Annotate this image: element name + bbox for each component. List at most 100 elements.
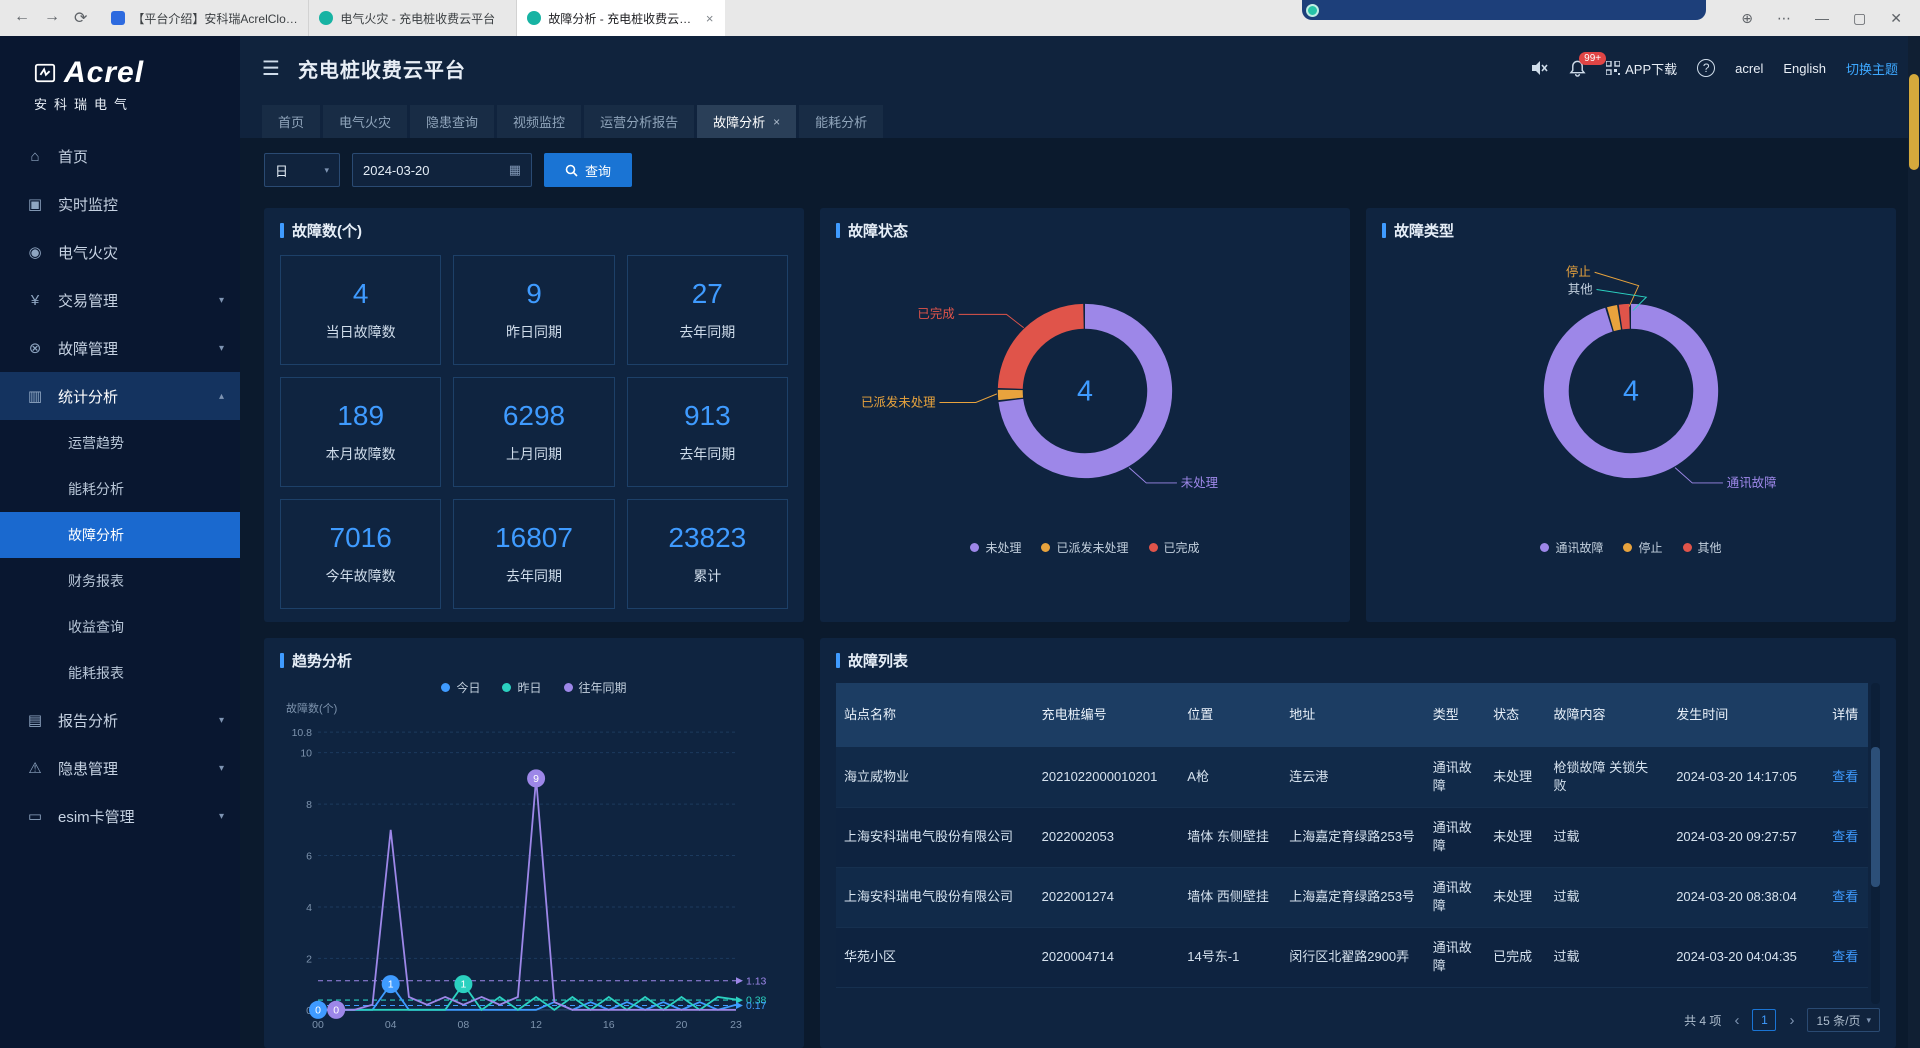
- sidebar-item-statistics[interactable]: ▥ 统计分析 ▴: [0, 372, 240, 420]
- filter-bar: 日 ▾ 2024-03-20 ▦ 查询: [240, 138, 1920, 202]
- legend-item[interactable]: 今日: [441, 679, 480, 696]
- period-select[interactable]: 日 ▾: [264, 153, 340, 187]
- tab-favicon: [319, 11, 333, 25]
- svg-text:08: 08: [458, 1019, 470, 1031]
- sidebar-item-home[interactable]: ⌂ 首页: [0, 132, 240, 180]
- browser-tab-electrical-fire[interactable]: 电气火灾 - 充电桩收费云平台: [309, 0, 517, 36]
- tab-fault-analysis[interactable]: 故障分析 ×: [697, 105, 796, 138]
- sidebar-sub-fault-analysis[interactable]: 故障分析: [0, 512, 240, 558]
- page-size-select[interactable]: 15 条/页 ▾: [1807, 1008, 1880, 1032]
- view-detail-link[interactable]: 查看: [1832, 769, 1858, 784]
- page-number[interactable]: 1: [1752, 1009, 1776, 1031]
- tab-home[interactable]: 首页: [262, 105, 320, 138]
- sidebar-sub-energy-analysis[interactable]: 能耗分析: [0, 466, 240, 512]
- fault-status-donut-chart: 已完成 已派发未处理 未处理 4: [836, 245, 1334, 537]
- svg-text:9: 9: [533, 773, 539, 785]
- page-scrollbar[interactable]: [1908, 36, 1920, 1048]
- svg-text:4: 4: [306, 902, 312, 914]
- prev-page-icon[interactable]: ‹: [1731, 1012, 1742, 1029]
- window-maximize-icon[interactable]: ▢: [1853, 10, 1866, 27]
- tab-energy-analysis[interactable]: 能耗分析: [799, 105, 883, 138]
- donut-slice: [1621, 316, 1630, 317]
- tab-close-icon[interactable]: ×: [773, 115, 780, 129]
- help-icon[interactable]: ?: [1697, 59, 1715, 77]
- svg-text:04: 04: [385, 1019, 397, 1031]
- view-detail-link[interactable]: 查看: [1832, 889, 1858, 904]
- sidebar-item-realtime-monitor[interactable]: ▣ 实时监控: [0, 180, 240, 228]
- tab-close-icon[interactable]: ×: [704, 11, 716, 26]
- next-page-icon[interactable]: ›: [1786, 1012, 1797, 1029]
- legend-item[interactable]: 往年同期: [564, 679, 627, 696]
- app-download-button[interactable]: APP下载: [1606, 59, 1677, 78]
- floating-overlay-window[interactable]: [1302, 0, 1706, 20]
- chart-icon: ▥: [26, 387, 44, 405]
- theme-toggle[interactable]: 切换主题: [1846, 59, 1898, 78]
- overlay-app-icon: [1306, 4, 1319, 17]
- legend-item[interactable]: 其他: [1683, 539, 1722, 556]
- stat-card: 7016 今年故障数: [280, 499, 441, 609]
- status-cell: 已完成: [1485, 927, 1545, 987]
- notification-bell-icon[interactable]: 99+: [1569, 59, 1586, 77]
- panel-title: 故障列表: [836, 650, 1880, 671]
- window-minimize-icon[interactable]: —: [1815, 10, 1829, 26]
- legend-item[interactable]: 已派发未处理: [1041, 539, 1128, 556]
- brand-subtitle: 安科瑞电气: [34, 94, 240, 113]
- globe-icon[interactable]: ⊕: [1741, 10, 1753, 27]
- browser-refresh-icon[interactable]: ⟳: [74, 8, 87, 28]
- view-detail-link[interactable]: 查看: [1832, 949, 1858, 964]
- table-header-row: 站点名称 充电桩编号 位置 地址 类型 状态 故障内容 发生时间 详情: [836, 683, 1868, 747]
- sidebar-item-electrical-fire[interactable]: ◉ 电气火灾: [0, 228, 240, 276]
- app-header: ☰ 充电桩收费云平台 99+ APP下载 ?: [240, 36, 1920, 100]
- browser-tab-platform-intro[interactable]: 【平台介绍】安科瑞AcrelCloud-9: [101, 0, 309, 36]
- tab-operation-report[interactable]: 运营分析报告: [584, 105, 694, 138]
- svg-text:20: 20: [676, 1019, 688, 1031]
- sidebar-sub-operation-trend[interactable]: 运营趋势: [0, 420, 240, 466]
- language-switch[interactable]: English: [1783, 61, 1826, 76]
- svg-text:0.17: 0.17: [746, 1000, 767, 1012]
- browser-menu-icon[interactable]: ⋯: [1777, 10, 1791, 27]
- window-close-icon[interactable]: ✕: [1890, 10, 1902, 27]
- fault-type-donut-chart: 停止 其他 通讯故障 4: [1382, 245, 1880, 537]
- browser-tab-fault-analysis[interactable]: 故障分析 - 充电桩收费云平台 ×: [517, 0, 725, 36]
- label-comm-fault: 通讯故障: [1727, 475, 1777, 490]
- legend-item[interactable]: 停止: [1623, 539, 1662, 556]
- browser-back-icon[interactable]: ←: [14, 8, 30, 28]
- svg-text:8: 8: [306, 799, 312, 811]
- legend-item[interactable]: 通讯故障: [1540, 539, 1603, 556]
- collapse-sidebar-icon[interactable]: ☰: [262, 56, 280, 81]
- browser-forward-icon[interactable]: →: [44, 8, 60, 28]
- tab-hazard-query[interactable]: 隐患查询: [410, 105, 494, 138]
- tab-electrical-fire[interactable]: 电气火灾: [323, 105, 407, 138]
- sidebar: Acrel 安科瑞电气 ⌂ 首页 ▣ 实时监控 ◉ 电气火灾 ¥ 交易管理 ▾ …: [0, 36, 240, 1048]
- sidebar-sub-revenue-query[interactable]: 收益查询: [0, 604, 240, 650]
- table-row: 海立威物业 2021022000010201 A枪 连云港 通讯故障 未处理 枪…: [836, 747, 1868, 807]
- sidebar-sub-financial-report[interactable]: 财务报表: [0, 558, 240, 604]
- trend-analysis-panel: 趋势分析 今日 昨日 往年同期 故障数(个) 024681010.8000408…: [264, 638, 804, 1048]
- sidebar-sub-energy-report[interactable]: 能耗报表: [0, 650, 240, 696]
- svg-text:10.8: 10.8: [292, 727, 313, 739]
- sidebar-item-esim-management[interactable]: ▭ esim卡管理 ▾: [0, 792, 240, 840]
- sidebar-item-transaction[interactable]: ¥ 交易管理 ▾: [0, 276, 240, 324]
- svg-text:00: 00: [312, 1019, 324, 1031]
- tab-video-monitor[interactable]: 视频监控: [497, 105, 581, 138]
- workspace-tab-bar: 首页 电气火灾 隐患查询 视频监控 运营分析报告 故障分析 × 能耗分析: [240, 100, 1920, 138]
- table-scrollbar[interactable]: [1871, 683, 1880, 1004]
- legend-item[interactable]: 未处理: [970, 539, 1021, 556]
- legend-item[interactable]: 已完成: [1149, 539, 1200, 556]
- stat-card: 913 去年同期: [627, 377, 788, 487]
- status-cell: 未处理: [1485, 867, 1545, 927]
- sidebar-item-hazard-management[interactable]: ⚠ 隐患管理 ▾: [0, 744, 240, 792]
- page-scrollbar-thumb[interactable]: [1909, 74, 1919, 170]
- username[interactable]: acrel: [1735, 61, 1763, 76]
- chevron-down-icon: ▾: [324, 165, 329, 176]
- date-picker[interactable]: 2024-03-20 ▦: [352, 153, 532, 187]
- view-detail-link[interactable]: 查看: [1832, 829, 1858, 844]
- sidebar-item-report-analysis[interactable]: ▤ 报告分析 ▾: [0, 696, 240, 744]
- stat-card: 23823 累计: [627, 499, 788, 609]
- query-button[interactable]: 查询: [544, 153, 632, 187]
- chevron-down-icon: ▾: [219, 295, 224, 306]
- mute-icon[interactable]: [1531, 60, 1549, 76]
- sidebar-item-fault-management[interactable]: ⊗ 故障管理 ▾: [0, 324, 240, 372]
- legend-item[interactable]: 昨日: [502, 679, 541, 696]
- home-icon: ⌂: [26, 148, 44, 165]
